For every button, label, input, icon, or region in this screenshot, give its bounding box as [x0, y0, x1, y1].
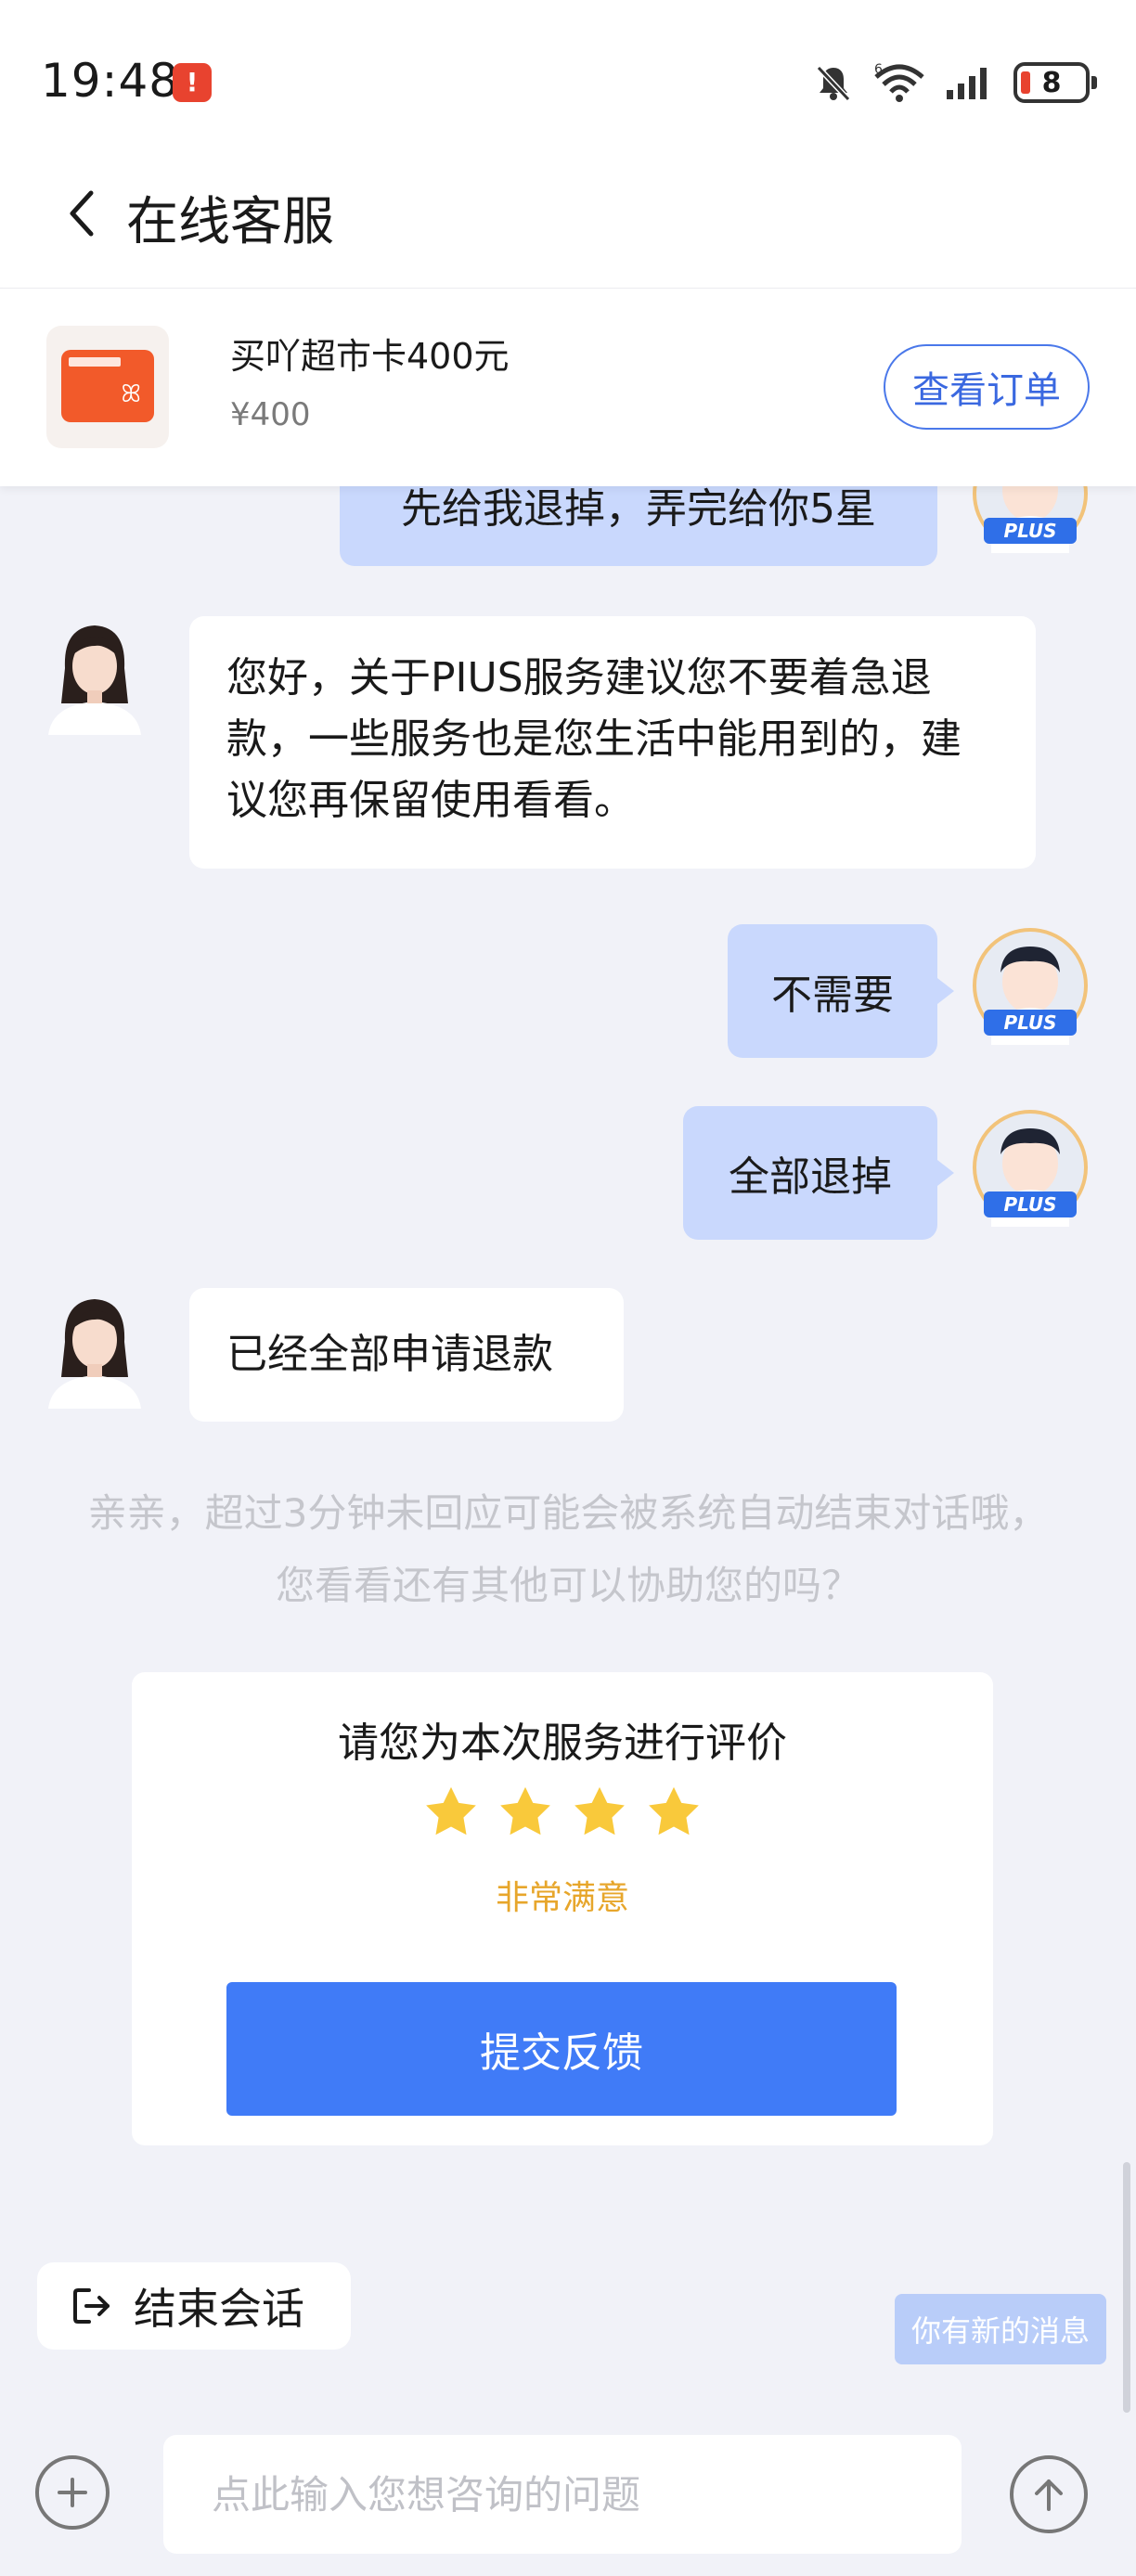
star-rating[interactable]	[132, 1784, 993, 1841]
submit-feedback-button[interactable]: 提交反馈	[226, 1982, 897, 2116]
scrollbar[interactable]	[1123, 2162, 1130, 2413]
agent-message-text: 您好，关于PIUS服务建议您不要着急退款，一些服务也是您生活中能用到的，建议您再…	[226, 654, 962, 824]
system-timeout-note: 亲亲，超过3分钟未回应可能会被系统自动结束对话哦，您看看还有其他可以协助您的吗？	[87, 1490, 1049, 1608]
agent-message-bubble: 您好，关于PIUS服务建议您不要着急退款，一些服务也是您生活中能用到的，建议您再…	[189, 616, 1036, 869]
user-message-text: 全部退掉	[729, 1153, 892, 1201]
add-attachment-button[interactable]	[35, 2455, 110, 2530]
status-bar: 19:48 ! 6 8	[0, 0, 1136, 139]
user-message-text: 不需要	[771, 972, 894, 1019]
new-message-badge[interactable]: 你有新的消息	[895, 2294, 1106, 2364]
rating-title: 请您为本次服务进行评价	[338, 1719, 787, 1767]
agent-avatar	[39, 612, 150, 735]
user-message-bubble: 不需要	[728, 924, 954, 1058]
end-session-button[interactable]: 结束会话	[37, 2262, 351, 2350]
wifi-6-label: 6	[874, 62, 883, 77]
star-icon[interactable]	[497, 1784, 554, 1841]
product-price: ¥400	[230, 396, 311, 433]
send-button[interactable]	[1010, 2455, 1088, 2533]
nav-bar: 在线客服	[0, 139, 1136, 288]
agent-message-text: 已经全部申请退款	[226, 1331, 553, 1378]
status-time: 19:48	[41, 54, 180, 108]
product-name: 买吖超市卡400元	[230, 336, 510, 377]
agent-avatar	[39, 1286, 150, 1409]
back-arrow-icon[interactable]	[56, 176, 111, 251]
mute-bell-icon	[816, 65, 851, 102]
plus-badge: PLUS	[1004, 520, 1057, 542]
battery-icon: 8	[1013, 62, 1097, 103]
user-avatar: PLUS	[973, 1110, 1088, 1227]
product-card[interactable]: ꕤ 买吖超市卡400元 ¥400 查看订单	[0, 288, 1136, 486]
end-session-label: 结束会话	[134, 2284, 304, 2334]
star-icon[interactable]	[571, 1784, 628, 1841]
agent-message-bubble: 已经全部申请退款	[189, 1288, 624, 1422]
plus-badge: PLUS	[1004, 1193, 1057, 1216]
star-icon[interactable]	[645, 1784, 703, 1841]
wifi-icon: 6	[874, 62, 924, 102]
rabbit-card-icon: ꕤ	[61, 350, 154, 422]
plus-icon	[58, 2478, 87, 2507]
plus-badge: PLUS	[1004, 1011, 1057, 1034]
battery-level: 8	[1041, 66, 1062, 99]
product-thumbnail: ꕤ	[46, 326, 169, 448]
arrow-up-icon	[1035, 2479, 1063, 2511]
message-input[interactable]	[163, 2435, 962, 2554]
view-order-button[interactable]: 查看订单	[884, 344, 1090, 430]
cell-signal-icon	[947, 68, 987, 99]
rating-label: 非常满意	[495, 1879, 629, 1917]
rating-card: 请您为本次服务进行评价 非常满意 提交反馈	[132, 1672, 993, 2145]
star-icon[interactable]	[422, 1784, 480, 1841]
user-avatar: PLUS	[973, 928, 1088, 1045]
user-message-bubble: 全部退掉	[683, 1106, 954, 1240]
input-bar	[0, 2413, 1136, 2576]
alert-badge-icon: !	[173, 63, 212, 102]
status-icons: 6 8	[813, 58, 1097, 108]
page-title: 在线客服	[126, 192, 334, 252]
exit-icon	[73, 2288, 110, 2324]
